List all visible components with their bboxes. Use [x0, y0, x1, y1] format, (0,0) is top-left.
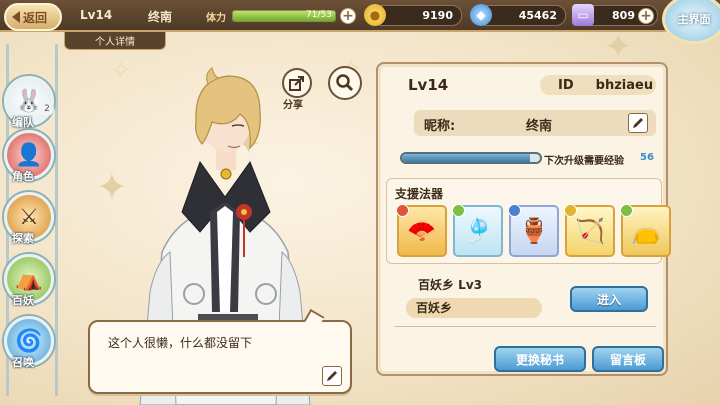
- sidebar-item-label: 角色: [12, 170, 34, 183]
- divider: [394, 326, 656, 327]
- water-element-badge: [508, 204, 521, 217]
- profile-level: Lv14: [408, 76, 449, 94]
- tab-personal-details[interactable]: 个人详情: [64, 32, 166, 50]
- artifact-slot-3[interactable]: 🏺: [508, 204, 559, 257]
- tab-label: 个人详情: [95, 37, 135, 48]
- stamina-value: 71/53: [306, 10, 332, 20]
- thunder-element-badge: [564, 204, 577, 217]
- message-board-label: 留言板: [609, 352, 646, 367]
- wind-element-badge: [452, 204, 465, 217]
- yokai-village-name: 百妖乡: [406, 298, 542, 318]
- sidebar-item-label: 百妖: [12, 294, 34, 307]
- change-secretary-label: 更换秘书: [515, 352, 564, 367]
- back-arrow-icon: [12, 11, 20, 23]
- sparkle-decoration: ✦: [604, 27, 633, 67]
- exp-progress-bar: [400, 152, 542, 164]
- artifact-slot-1[interactable]: 🪭: [396, 204, 447, 257]
- pencil-icon: [633, 118, 643, 128]
- sidebar-item-yokai[interactable]: ⛺ 百妖: [4, 254, 56, 314]
- fan-artifact-icon: 🪭: [407, 217, 437, 245]
- id-value: bhziaeu: [595, 77, 654, 93]
- player-level: Lv14: [80, 8, 113, 22]
- gold-coin-icon: ●: [364, 4, 386, 26]
- support-title: 支援法器: [395, 187, 444, 201]
- nickname-label: 昵称:: [424, 119, 456, 134]
- sidebar-item-team[interactable]: 🐰 2 编队: [4, 76, 56, 136]
- edit-nickname-button[interactable]: [628, 113, 648, 133]
- bag-artifact-icon: 👝: [631, 217, 661, 245]
- pencil-icon: [327, 371, 337, 381]
- exp-label: 下次升级需要经验: [544, 156, 624, 167]
- ticket-icon: ▭: [572, 4, 594, 26]
- sidebar-item-label: 探索: [12, 232, 34, 245]
- nickname-field: 昵称: 终南: [414, 110, 656, 136]
- home-label: 主界面: [677, 13, 711, 26]
- nickname-value: 终南: [526, 119, 553, 134]
- top-bar: 返回 Lv14 终南 体力 71/53 + 9190 ● 45462 ◆ 809…: [0, 0, 720, 32]
- change-secretary-button[interactable]: 更换秘书: [494, 346, 586, 372]
- search-button[interactable]: [328, 66, 362, 100]
- exp-progress-fill: [402, 154, 531, 162]
- artifact-slot-5[interactable]: 👝: [620, 204, 671, 257]
- bow-artifact-icon: 🏹: [575, 217, 605, 245]
- back-label: 返回: [23, 10, 48, 25]
- fire-element-badge: [396, 204, 409, 217]
- sidebar-item-label: 召唤: [12, 356, 34, 369]
- search-icon: [336, 74, 354, 92]
- profile-panel: Lv14 ID bhziaeu 昵称: 终南 下次升级需要经验 56 支援法器 …: [376, 62, 671, 376]
- enter-button[interactable]: 进入: [570, 286, 648, 312]
- wood-element-badge: [620, 204, 633, 217]
- signature-dialog: 这个人很懒，什么都没留下: [88, 308, 352, 394]
- gourd-artifact-icon: 🏺: [519, 217, 549, 245]
- home-button[interactable]: 主界面: [662, 0, 720, 44]
- add-ticket-button[interactable]: +: [638, 8, 654, 24]
- player-name: 终南: [148, 10, 173, 24]
- ticket-value: 809: [612, 9, 635, 22]
- gem-icon: ◆: [470, 4, 492, 26]
- ribbon-artifact-icon: 🎐: [463, 217, 493, 245]
- exp-value: 56: [640, 152, 654, 163]
- gem-value: 45462: [518, 9, 557, 22]
- yokai-village-name-text: 百妖乡: [416, 301, 453, 315]
- message-board-button[interactable]: 留言板: [592, 346, 664, 372]
- stamina-label: 体力: [206, 13, 226, 24]
- add-stamina-button[interactable]: +: [340, 8, 356, 24]
- sidebar-item-explore[interactable]: ⚔ 探索: [4, 192, 56, 252]
- signature-text: 这个人很懒，什么都没留下: [108, 336, 253, 350]
- sidebar-item-label: 编队: [12, 116, 34, 129]
- support-artifacts-section: 支援法器 🪭 🎐 🏺 🏹 👝: [386, 178, 671, 264]
- team-count-badge: 2: [40, 102, 54, 116]
- gold-value: 9190: [422, 9, 453, 22]
- artifact-slot-2[interactable]: 🎐: [452, 204, 503, 257]
- player-id-box: ID bhziaeu: [540, 75, 656, 95]
- sidebar-item-summon[interactable]: 🌀 召唤: [4, 316, 56, 376]
- back-button[interactable]: 返回: [4, 3, 62, 31]
- yokai-village-title: 百妖乡 Lv3: [418, 278, 482, 292]
- edit-signature-button[interactable]: [322, 366, 342, 386]
- artifact-slot-4[interactable]: 🏹: [564, 204, 615, 257]
- id-label: ID: [558, 77, 574, 93]
- sidebar-item-character[interactable]: 👤 角色: [4, 130, 56, 190]
- enter-label: 进入: [596, 292, 621, 307]
